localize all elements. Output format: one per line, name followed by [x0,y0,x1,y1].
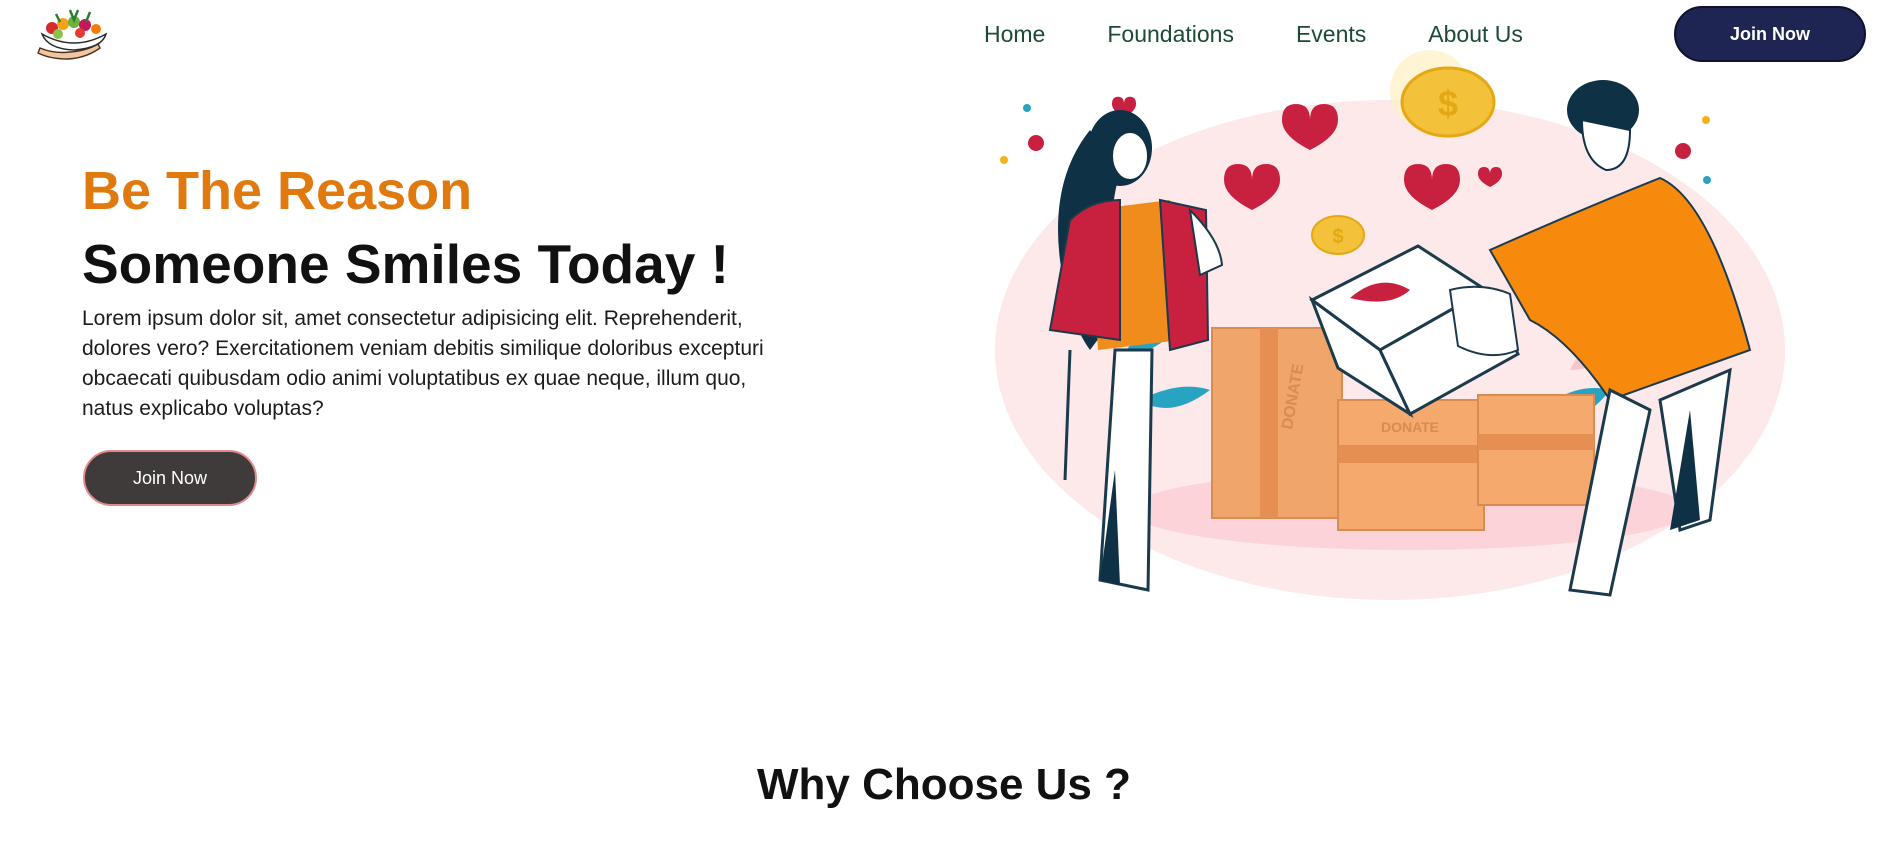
donate-label-2: DONATE [1381,419,1439,435]
nav-foundations-link[interactable]: Foundations [1107,21,1234,48]
nav-home-link[interactable]: Home [984,21,1045,48]
main-nav: Home Foundations Events About Us [984,18,1523,50]
nav-events-link[interactable]: Events [1296,21,1366,48]
hero-title-accent: Be The Reason [82,161,473,221]
donation-illustration: $ $ DONATE DONATE [995,50,1785,600]
hero-description: Lorem ipsum dolor sit, amet consectetur … [82,307,764,420]
nav-about-us-link[interactable]: About Us [1428,21,1523,48]
hero-title-main: Someone Smiles Today ! [82,233,729,295]
why-choose-us-heading: Why Choose Us ? [756,760,1132,809]
svg-text:$: $ [1438,83,1458,124]
hero-join-now-button[interactable]: Join Now [83,450,257,506]
svg-text:$: $ [1332,226,1343,248]
page: Home Foundations Events About Us Join No… [0,0,1888,861]
logo-icon[interactable] [36,4,112,62]
